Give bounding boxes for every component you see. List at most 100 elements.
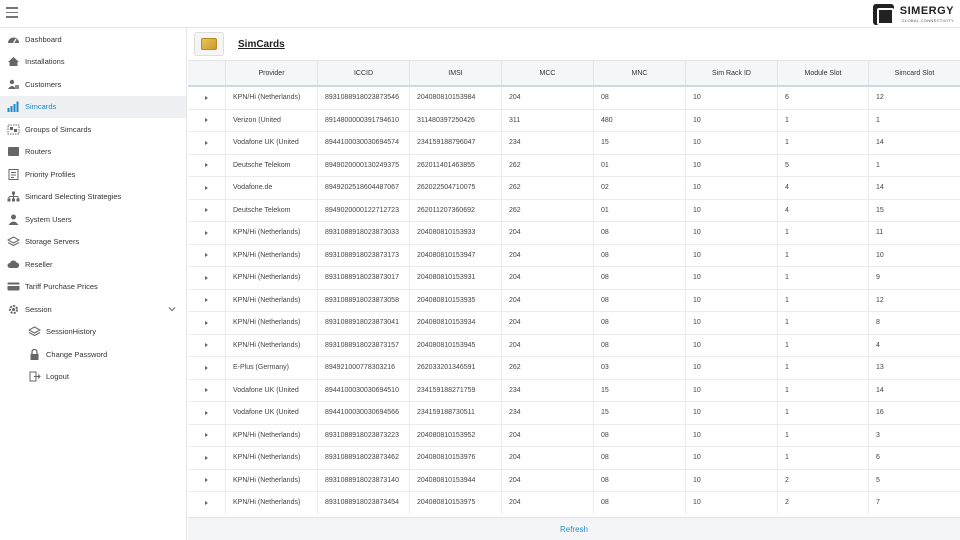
- table-row[interactable]: Verizon (United 8914800000391794610 311480…: [188, 109, 960, 132]
- expand-row-cell[interactable]: [188, 492, 226, 514]
- table-row[interactable]: KPN/Hi (Netherlands) 8931088918023873223 2…: [188, 424, 960, 447]
- caret-right-icon[interactable]: [205, 118, 208, 123]
- cell-imsi: 204080810153975: [410, 492, 502, 514]
- table-row[interactable]: E-Plus (Germany) 894921000778303216 262033…: [188, 357, 960, 380]
- column-header-mcc[interactable]: MCC: [502, 61, 594, 85]
- table-row[interactable]: KPN/Hi (Netherlands) 8931088918023873058 2…: [188, 289, 960, 312]
- caret-right-icon[interactable]: [205, 230, 208, 235]
- caret-right-icon[interactable]: [205, 433, 208, 438]
- caret-right-icon[interactable]: [205, 343, 208, 348]
- column-header-mnc[interactable]: MNC: [594, 61, 686, 85]
- cell-iccid: 8949020000122712723: [318, 199, 410, 221]
- expand-row-cell[interactable]: [188, 379, 226, 401]
- table-row[interactable]: KPN/Hi (Netherlands) 8931088918023873140 2…: [188, 469, 960, 492]
- sidebar-item-simcard-selecting-strategies[interactable]: Simcard Selecting Strategies: [0, 186, 186, 209]
- sidebar-item-logout[interactable]: Logout: [0, 366, 186, 389]
- caret-right-icon[interactable]: [205, 365, 208, 370]
- expand-row-cell[interactable]: [188, 177, 226, 199]
- table-row[interactable]: Vodafone UK (United 8944100030030694574 23…: [188, 132, 960, 155]
- caret-right-icon[interactable]: [205, 253, 208, 258]
- sidebar-item-label: Storage Servers: [25, 237, 80, 247]
- cell-simcard-slot: 15: [876, 206, 884, 214]
- column-header-simcard-slot[interactable]: Simcard Slot: [869, 61, 960, 85]
- cell-mnc: 08: [594, 312, 686, 334]
- expand-row-cell[interactable]: [188, 222, 226, 244]
- table-row[interactable]: KPN/Hi (Netherlands) 8931088918023873157 2…: [188, 334, 960, 357]
- table-row[interactable]: KPN/Hi (Netherlands) 8931088918023873173 2…: [188, 244, 960, 267]
- sidebar-item-change-password[interactable]: Change Password: [0, 343, 186, 366]
- menu-icon[interactable]: [6, 7, 18, 18]
- caret-right-icon[interactable]: [205, 185, 208, 190]
- table-row[interactable]: KPN/Hi (Netherlands) 8931088918023873033 2…: [188, 222, 960, 245]
- cell-imsi: 204080810153935: [410, 289, 502, 311]
- caret-right-icon[interactable]: [205, 298, 208, 303]
- table-row[interactable]: Vodafone UK (United 8944100030030694566 23…: [188, 402, 960, 425]
- table-row[interactable]: Deutsche Telekom 8949020000122712723 26201…: [188, 199, 960, 222]
- sidebar: Dashboard Installations Customers Simcards G…: [0, 28, 187, 540]
- table-footer: Refresh: [188, 517, 960, 540]
- expand-row-cell[interactable]: [188, 289, 226, 311]
- expand-row-cell[interactable]: [188, 357, 226, 379]
- sidebar-item-groups-of-simcards[interactable]: Groups of Simcards: [0, 118, 186, 141]
- expand-row-cell[interactable]: [188, 334, 226, 356]
- caret-right-icon[interactable]: [205, 275, 208, 280]
- expand-row-cell[interactable]: [188, 267, 226, 289]
- expand-row-cell[interactable]: [188, 312, 226, 334]
- sidebar-item-priority-profiles[interactable]: Priority Profiles: [0, 163, 186, 186]
- sidebar-item-session[interactable]: Session: [0, 298, 186, 321]
- cell-module-slot: 1: [778, 447, 869, 469]
- sidebar-item-sessionhistory[interactable]: SessionHistory: [0, 321, 186, 344]
- cell-module-slot: 4: [778, 199, 869, 221]
- expand-row-cell[interactable]: [188, 244, 226, 266]
- caret-right-icon[interactable]: [205, 95, 208, 100]
- expand-row-cell[interactable]: [188, 199, 226, 221]
- table-row[interactable]: KPN/Hi (Netherlands) 8931088918023873017 2…: [188, 267, 960, 290]
- expand-row-cell[interactable]: [188, 154, 226, 176]
- sidebar-item-tariff-purchase-prices[interactable]: Tariff Purchase Prices: [0, 276, 186, 299]
- table-row[interactable]: Vodafone UK (United 8944100030030694510 23…: [188, 379, 960, 402]
- caret-right-icon[interactable]: [205, 163, 208, 168]
- sidebar-item-customers[interactable]: Customers: [0, 73, 186, 96]
- expand-row-cell[interactable]: [188, 87, 226, 109]
- column-header-iccid[interactable]: ICCID: [318, 61, 410, 85]
- refresh-button[interactable]: Refresh: [560, 525, 588, 534]
- table-row[interactable]: KPN/Hi (Netherlands) 8931088918023873546 2…: [188, 87, 960, 110]
- column-header-sim-rack-id[interactable]: Sim Rack ID: [686, 61, 778, 85]
- cell-simcard-slot: 10: [876, 251, 884, 259]
- sidebar-item-routers[interactable]: Routers: [0, 141, 186, 164]
- column-header-imsi[interactable]: IMSI: [410, 61, 502, 85]
- expand-row-cell[interactable]: [188, 132, 226, 154]
- column-header-module-slot[interactable]: Module Slot: [778, 61, 869, 85]
- caret-right-icon[interactable]: [205, 410, 208, 415]
- table-row[interactable]: Vodafone.de 8949202518604487067 2620225047…: [188, 177, 960, 200]
- sidebar-item-installations[interactable]: Installations: [0, 51, 186, 74]
- expand-row-cell[interactable]: [188, 109, 226, 131]
- expand-row-cell[interactable]: [188, 424, 226, 446]
- cell-iccid: 8931088918023873033: [318, 222, 410, 244]
- caret-right-icon[interactable]: [205, 500, 208, 505]
- table-row[interactable]: KPN/Hi (Netherlands) 8931088918023873462 2…: [188, 447, 960, 470]
- table-row[interactable]: KPN/Hi (Netherlands) 8931088918023873041 2…: [188, 312, 960, 335]
- cell-provider: KPN/Hi (Netherlands): [226, 87, 318, 109]
- sidebar-item-system-users[interactable]: System Users: [0, 208, 186, 231]
- caret-right-icon[interactable]: [205, 478, 208, 483]
- table-row[interactable]: KPN/Hi (Netherlands) 8931088918023873454 2…: [188, 492, 960, 514]
- cell-mcc: 262: [502, 154, 594, 176]
- caret-right-icon[interactable]: [205, 455, 208, 460]
- expand-row-cell[interactable]: [188, 447, 226, 469]
- caret-right-icon[interactable]: [205, 320, 208, 325]
- cell-imsi: 234159188730511: [410, 402, 502, 424]
- expand-row-cell[interactable]: [188, 402, 226, 424]
- expand-row-cell[interactable]: [188, 469, 226, 491]
- sidebar-item-reseller[interactable]: Reseller: [0, 253, 186, 276]
- chevron-down-icon[interactable]: [168, 305, 176, 313]
- caret-right-icon[interactable]: [205, 388, 208, 393]
- sidebar-item-dashboard[interactable]: Dashboard: [0, 28, 186, 51]
- sidebar-item-simcards[interactable]: Simcards: [0, 95, 186, 118]
- cell-mcc: 311: [502, 109, 594, 131]
- caret-right-icon[interactable]: [205, 208, 208, 213]
- column-header-provider[interactable]: Provider: [226, 61, 318, 85]
- table-row[interactable]: Deutsche Telekom 8949020000130249375 26201…: [188, 154, 960, 177]
- sidebar-item-storage-servers[interactable]: Storage Servers: [0, 231, 186, 254]
- caret-right-icon[interactable]: [205, 140, 208, 145]
